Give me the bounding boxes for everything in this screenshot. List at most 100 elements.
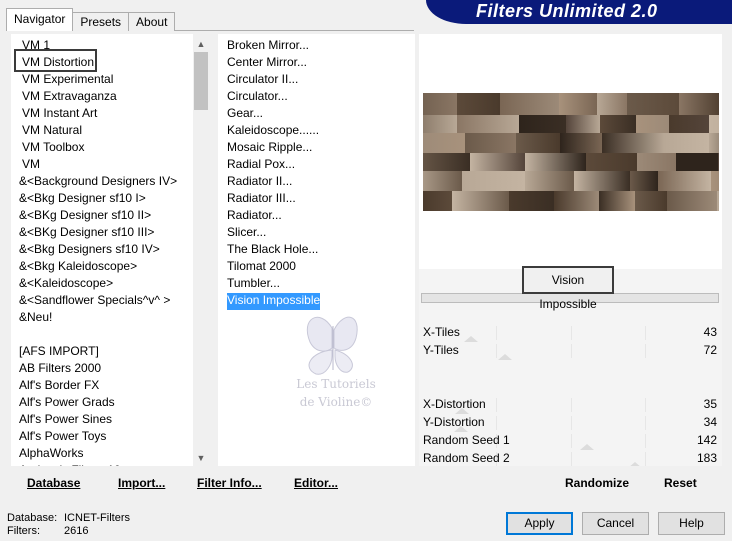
filter-info-button[interactable]: Filter Info... <box>197 476 262 490</box>
filter-item-label: Center Mirror... <box>227 55 308 69</box>
category-item[interactable]: AB Filters 2000 <box>11 361 194 378</box>
preview-tile <box>669 115 709 133</box>
category-item[interactable]: VM Toolbox <box>11 140 194 157</box>
param-value: 183 <box>696 451 717 465</box>
filter-item[interactable]: Radial Pox... <box>225 157 322 174</box>
filter-item-label: Circulator II... <box>227 72 299 86</box>
param-slider-row[interactable]: X-Distortion 35 <box>421 396 719 414</box>
preview-tile <box>635 191 667 211</box>
param-label: X-Distortion <box>423 397 486 411</box>
scroll-thumb[interactable] <box>194 52 208 110</box>
preview-tile <box>597 93 627 115</box>
filter-list-panel[interactable]: Broken Mirror... Center Mirror... Circulat… <box>218 34 415 466</box>
filter-item[interactable]: Center Mirror... <box>225 55 322 72</box>
filter-list[interactable]: Broken Mirror... Center Mirror... Circulat… <box>225 38 322 310</box>
preview-tile <box>574 171 630 191</box>
filter-item[interactable]: Gear... <box>225 106 322 123</box>
param-slider-row[interactable]: Y-Tiles 72 <box>421 342 719 360</box>
param-value: 34 <box>703 415 717 429</box>
category-item[interactable]: &<Bkg Designer sf10 I> <box>11 191 194 208</box>
preview-tile <box>500 93 559 115</box>
preview-tile <box>602 133 664 153</box>
preview-tile <box>664 133 709 153</box>
filter-item[interactable]: Radiator III... <box>225 191 322 208</box>
preview-tile <box>452 191 509 211</box>
filter-item[interactable]: Circulator... <box>225 89 322 106</box>
database-label: Database: <box>7 512 58 524</box>
cancel-button[interactable]: Cancel <box>582 512 649 535</box>
preview-tile <box>676 153 718 171</box>
param-label: Random Seed 1 <box>423 433 510 447</box>
filter-item[interactable]: Broken Mirror... <box>225 38 322 55</box>
category-item[interactable]: &<Sandflower Specials^v^ > <box>11 293 194 310</box>
category-item[interactable]: [AFS IMPORT] <box>11 344 194 361</box>
help-button[interactable]: Help <box>658 512 725 535</box>
param-slider-row[interactable]: X-Tiles 43 <box>421 324 719 342</box>
preview-tile <box>599 191 635 211</box>
filter-item[interactable]: Circulator II... <box>225 72 322 89</box>
filter-item[interactable]: Slicer... <box>225 225 322 242</box>
category-item[interactable]: &<Bkg Kaleidoscope> <box>11 259 194 276</box>
import-button[interactable]: Import... <box>118 476 165 490</box>
filter-item-label: Radiator III... <box>227 191 296 205</box>
category-item[interactable]: VM Experimental <box>11 72 194 89</box>
filter-item[interactable]: Mosaic Ripple... <box>225 140 322 157</box>
category-item[interactable]: &Neu! <box>11 310 194 327</box>
preview-tile <box>423 171 462 191</box>
preview-tile <box>423 133 465 153</box>
slider-thumb[interactable] <box>498 354 513 360</box>
scroll-down-icon[interactable]: ▼ <box>193 450 209 466</box>
tab-navigator[interactable]: Navigator <box>6 8 74 31</box>
category-item[interactable]: &<Bkg Designers sf10 IV> <box>11 242 194 259</box>
tab-presets[interactable]: Presets <box>72 12 130 31</box>
database-button[interactable]: Database <box>27 476 80 490</box>
category-item[interactable]: Alf's Border FX <box>11 378 194 395</box>
filter-item[interactable]: Tilomat 2000 <box>225 259 322 276</box>
filter-item[interactable]: The Black Hole... <box>225 242 322 259</box>
category-item[interactable] <box>11 327 194 344</box>
param-label: X-Tiles <box>423 325 460 339</box>
category-item[interactable]: VM Extravaganza <box>11 89 194 106</box>
preview-tile <box>718 153 719 171</box>
param-slider-row[interactable]: Random Seed 1 142 <box>421 432 719 450</box>
category-item[interactable]: Alf's Power Sines <box>11 412 194 429</box>
filter-item-label: Slicer... <box>227 225 267 239</box>
category-item[interactable]: &<Kaleidoscope> <box>11 276 194 293</box>
slider-tick <box>645 326 646 340</box>
category-item[interactable]: AlphaWorks <box>11 446 194 463</box>
category-item[interactable]: Alf's Power Toys <box>11 429 194 446</box>
category-list-panel[interactable]: VM 1 VM Distortion VM Experimental VM Extra… <box>11 34 209 466</box>
param-label: Y-Tiles <box>423 343 459 357</box>
filter-item[interactable]: Radiator... <box>225 208 322 225</box>
preview-tile <box>457 93 500 115</box>
filter-item[interactable]: Radiator II... <box>225 174 322 191</box>
app-title: Filters Unlimited 2.0 <box>476 1 658 21</box>
preview-tile <box>462 171 525 191</box>
category-item[interactable]: VM Natural <box>11 123 194 140</box>
reset-button[interactable]: Reset <box>664 476 697 490</box>
param-value: 142 <box>696 433 717 447</box>
category-list[interactable]: VM 1 VM Distortion VM Experimental VM Extra… <box>11 38 194 466</box>
tab-bar: Navigator Presets About <box>6 8 176 31</box>
category-item[interactable]: &<BKg Designer sf10 II> <box>11 208 194 225</box>
filter-item[interactable]: Kaleidoscope...... <box>225 123 322 140</box>
filter-item-label: Radiator... <box>227 208 282 222</box>
preview-tile <box>717 191 719 211</box>
preview-tile <box>509 191 554 211</box>
category-item[interactable]: Alf's Power Grads <box>11 395 194 412</box>
slider-tick <box>645 452 646 466</box>
category-item[interactable]: VM <box>11 157 194 174</box>
scroll-up-icon[interactable]: ▲ <box>193 36 209 52</box>
tab-about[interactable]: About <box>128 12 176 31</box>
category-item[interactable]: VM Instant Art <box>11 106 194 123</box>
editor-button[interactable]: Editor... <box>294 476 338 490</box>
category-item[interactable]: &<Background Designers IV> <box>11 174 194 191</box>
filter-item[interactable]: Vision Impossible <box>225 293 322 310</box>
filter-item-label: Circulator... <box>227 89 288 103</box>
apply-button[interactable]: Apply <box>506 512 573 535</box>
filter-item[interactable]: Tumbler... <box>225 276 322 293</box>
param-slider-row[interactable]: Y-Distortion 34 <box>421 414 719 432</box>
category-scrollbar[interactable]: ▲ ▼ <box>193 34 209 466</box>
randomize-button[interactable]: Randomize <box>565 476 629 490</box>
category-item[interactable]: &<BKg Designer sf10 III> <box>11 225 194 242</box>
